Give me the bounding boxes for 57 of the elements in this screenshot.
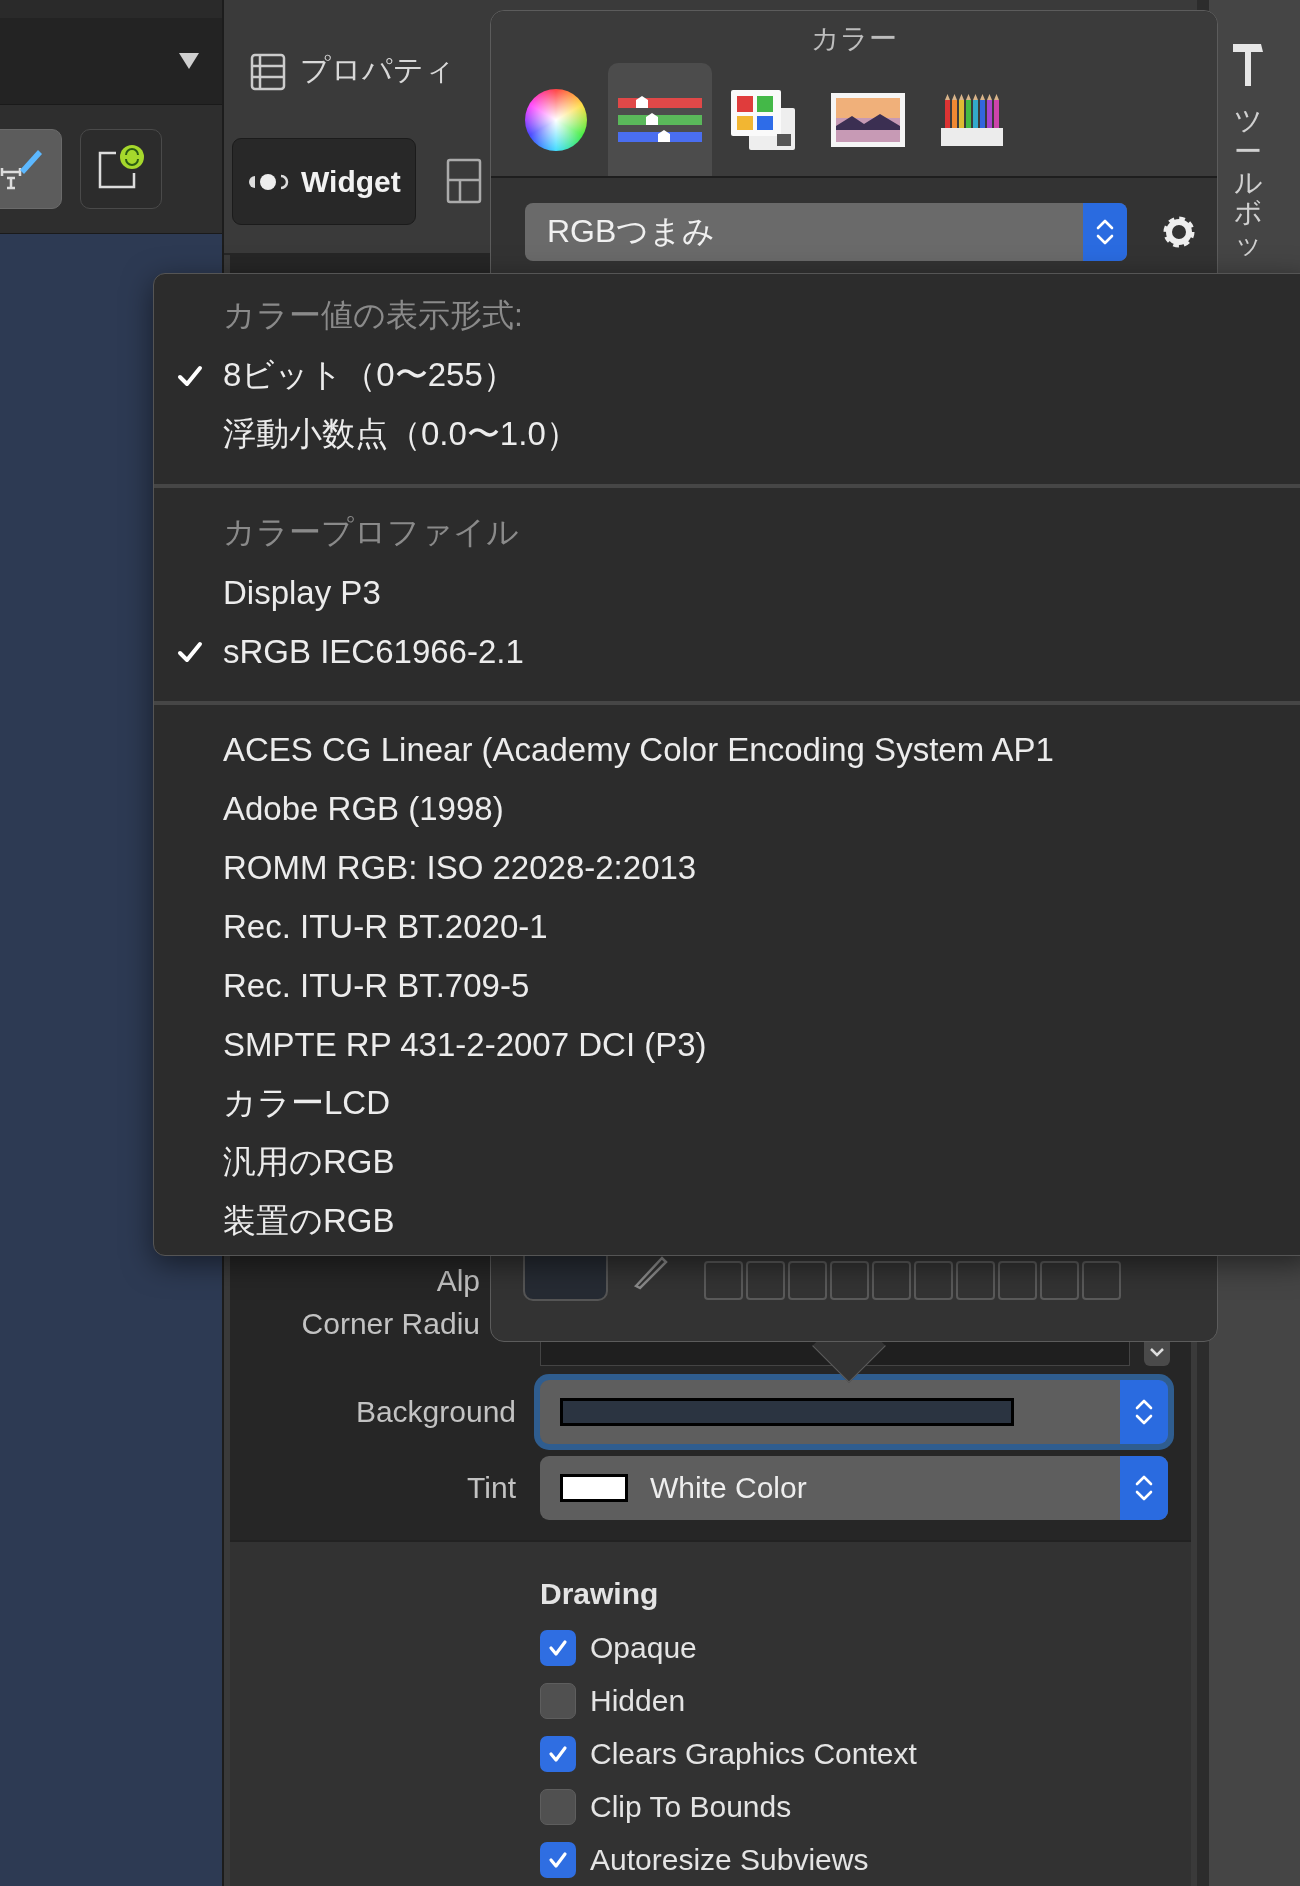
panel-title: カラー [811, 25, 897, 53]
panel-title: プロパティ [300, 52, 455, 88]
swatch-slot[interactable] [998, 1260, 1037, 1300]
toolbar-button[interactable] [80, 129, 162, 209]
image-icon [830, 91, 906, 148]
field-label: Alp [435, 1264, 481, 1298]
menu-item[interactable]: Display P3 [154, 563, 1300, 622]
toolbar-button[interactable] [0, 129, 62, 209]
widget-icon [247, 171, 289, 192]
menu-item[interactable]: 汎用のRGB [154, 1133, 1300, 1192]
checkbox[interactable] [540, 1841, 576, 1878]
menu-item[interactable]: Rec. ITU-R BT.709-5 [154, 956, 1300, 1015]
menu-item[interactable]: 8ビット（0〜255） [154, 346, 1300, 405]
checkbox-label: Clip To Bounds [590, 1789, 792, 1824]
menu-item[interactable]: ACES CG Linear (Academy Color Encoding System AP1 [154, 720, 1300, 779]
checkbox-label: Opaque [590, 1631, 697, 1666]
menu-item[interactable]: sRGB IEC61966-2.1 [154, 622, 1300, 681]
menu-item[interactable]: 浮動小数点（0.0〜1.0） [154, 405, 1300, 464]
checkbox[interactable] [540, 1630, 576, 1667]
swatch-slot[interactable] [1040, 1260, 1079, 1300]
field-label: Corner Radiu [300, 1307, 481, 1341]
menu-item[interactable]: 装置のRGB [154, 1192, 1300, 1251]
list-icon [250, 53, 286, 91]
menu-header: カラー値の表示形式: [222, 296, 524, 335]
color-popup[interactable]: White Color [540, 1456, 1168, 1520]
menu-item[interactable]: カラーLCD [154, 1074, 1300, 1133]
checkbox[interactable] [540, 1683, 576, 1719]
menu-header: カラープロファイル [222, 513, 520, 552]
menu-item[interactable]: Rec. ITU-R BT.2020-1 [154, 897, 1300, 956]
swatch-slot[interactable] [788, 1260, 827, 1300]
swatch-slot[interactable] [872, 1260, 911, 1300]
swatch-slot[interactable] [704, 1260, 743, 1300]
checkbox[interactable] [540, 1788, 576, 1825]
swatch-slot[interactable] [830, 1260, 869, 1300]
color-mode-tab[interactable] [608, 63, 712, 176]
menu-item[interactable]: Adobe RGB (1998) [154, 779, 1300, 838]
swatch-slot[interactable] [746, 1260, 785, 1300]
dropdown-caret-icon[interactable] [178, 52, 200, 70]
swatch-slot[interactable] [1082, 1260, 1121, 1300]
panel-title: ツールボッ [1234, 106, 1262, 260]
section-title: Drawing [540, 1575, 660, 1612]
checkbox-label: Autoresize Subviews [590, 1842, 869, 1877]
layout-icon[interactable] [445, 158, 482, 204]
pencils-icon [939, 91, 1005, 148]
field-label: Tint [466, 1471, 516, 1505]
widget-button[interactable]: Widget [232, 138, 416, 225]
chevron-down-icon [1149, 1346, 1165, 1358]
checkbox-label: Hidden [590, 1684, 686, 1718]
mode-popup[interactable]: RGBつまみ [525, 203, 1127, 261]
field-label: Background [354, 1395, 516, 1429]
checkbox[interactable] [540, 1735, 576, 1772]
swatch-slot[interactable] [956, 1260, 995, 1300]
settings-icon[interactable] [1161, 214, 1197, 250]
checkbox-label: Clears Graphics Context [590, 1736, 917, 1771]
swatch-slot[interactable] [914, 1260, 953, 1300]
menu-item[interactable]: ROMM RGB: ISO 22028-2:2013 [154, 838, 1300, 897]
menu-item[interactable]: SMPTE RP 431-2-2007 DCI (P3) [154, 1015, 1300, 1074]
